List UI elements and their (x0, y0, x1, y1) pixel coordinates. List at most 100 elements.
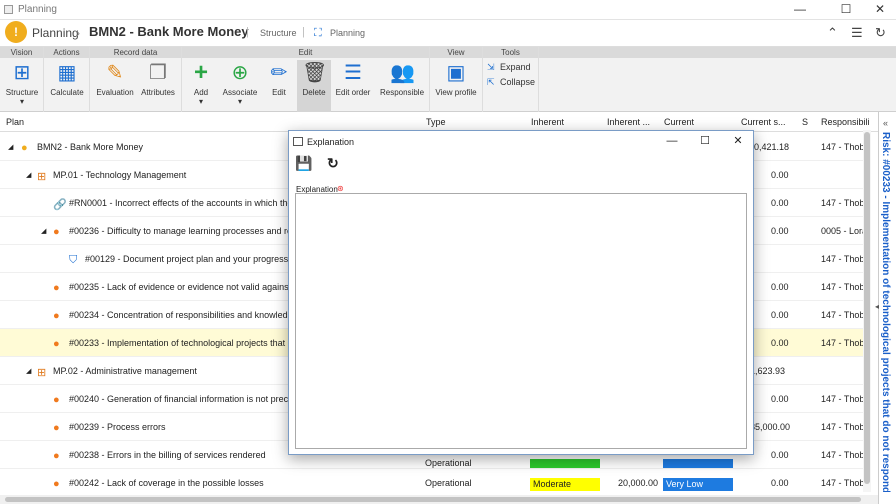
responsible-button[interactable]: 👥 Responsible (377, 60, 427, 112)
process-icon: ⊞ (37, 367, 47, 379)
row-label: #RN0001 - Incorrect effects of the accou… (69, 198, 306, 208)
associate-icon: ⊕ (231, 62, 249, 84)
planning-link[interactable]: Planning (330, 28, 365, 38)
row-label: #00236 - Difficulty to manage learning p… (69, 226, 304, 236)
row-resp: 147 - Thob (821, 198, 865, 208)
row-resp: 147 - Thob (821, 282, 865, 292)
row-label: #00235 - Lack of evidence or evidence no… (69, 282, 307, 292)
dialog-maximize-button[interactable]: ☐ (692, 133, 718, 149)
add-button[interactable]: + Add ▾ (186, 60, 216, 112)
save-icon[interactable]: 💾 (295, 155, 312, 172)
minimize-button[interactable]: — (784, 0, 816, 20)
refresh-icon[interactable]: ↻ (327, 155, 339, 172)
row-current-s: 0.00 (771, 450, 789, 460)
button-label: Evaluation (96, 88, 134, 97)
explanation-textarea[interactable] (295, 193, 747, 449)
ribbon-toolbar: Vision Actions Record data Edit View Too… (0, 46, 896, 113)
structure-icon: ⊞ (13, 62, 31, 84)
delete-button[interactable]: 🗑 Delete (297, 60, 331, 112)
risk-icon: ● (53, 394, 60, 406)
collapse-header-icon[interactable]: ⌃ (827, 25, 838, 41)
planning-link-icon: ⛶ (314, 27, 322, 39)
row-label: MP.01 - Technology Management (53, 170, 187, 180)
edit-order-button[interactable]: ☰ Edit order (334, 60, 372, 112)
risk-icon: ● (53, 310, 60, 322)
row-current-s: 0.00 (771, 170, 789, 180)
divider: | (302, 26, 305, 38)
col-current-s[interactable]: Current s... (741, 117, 786, 127)
col-plan[interactable]: Plan (6, 117, 24, 127)
page-header: ! Planning › BMN2 - Bank More Money | St… (0, 20, 896, 46)
row-label: #00238 - Errors in the billing of servic… (69, 450, 266, 460)
attributes-button[interactable]: ❐ Attributes (138, 60, 178, 112)
view-profile-button[interactable]: ▣ View profile (434, 60, 478, 112)
row-current-s: 0.00 (771, 198, 789, 208)
process-icon: ⊞ (37, 171, 47, 183)
col-type[interactable]: Type (426, 117, 446, 127)
structure-link[interactable]: Structure (260, 28, 297, 38)
row-type: Operational (425, 458, 472, 468)
row-label: MP.02 - Administrative management (53, 366, 197, 376)
refresh-icon[interactable]: ↻ (875, 25, 886, 41)
expand-caret-icon[interactable]: ◢ (41, 227, 46, 235)
row-type: Operational (425, 478, 472, 488)
edit-button[interactable]: ✏ Edit (264, 60, 294, 112)
row-current-s: 0.00 (771, 282, 789, 292)
collapse-panel-icon[interactable]: « (883, 118, 888, 128)
row-current-s: 85,000.00 (750, 422, 791, 432)
button-label: Structure (5, 88, 39, 97)
associate-button[interactable]: ⊕ Associate ▾ (220, 60, 260, 112)
risk-icon: ● (53, 282, 60, 294)
group-label: Record data (90, 47, 181, 58)
col-current[interactable]: Current (664, 117, 694, 127)
button-label: Add (193, 88, 209, 97)
profile-icon: ▣ (446, 62, 466, 84)
risk-icon: ● (53, 478, 60, 490)
button-label: Edit (272, 88, 286, 97)
list-icon[interactable]: ☰ (851, 25, 863, 41)
maximize-button[interactable]: ☐ (830, 0, 862, 20)
col-inherent[interactable]: Inherent (531, 117, 564, 127)
link-icon: 🔗 (53, 199, 67, 211)
breadcrumb-planning[interactable]: Planning (32, 26, 79, 40)
group-label: Actions (44, 47, 89, 58)
inherent-level-chip: Moderate (530, 478, 600, 491)
current-level-chip (663, 459, 733, 468)
grid-header: Plan Type Inherent Inherent ... Current … (0, 112, 878, 132)
table-row[interactable]: ● #00242 - Lack of coverage in the possi… (0, 469, 866, 496)
horizontal-scrollbar-thumb[interactable] (5, 497, 861, 502)
row-label: #00129 - Document project plan and your … (85, 254, 289, 264)
collapse-icon: ⇱ (487, 77, 495, 87)
dialog-close-button[interactable]: ✕ (725, 133, 751, 149)
calculate-button[interactable]: ▦ Calculate (48, 60, 86, 112)
button-label: Attributes (141, 88, 175, 97)
button-label: View profile (435, 88, 477, 97)
button-label: Responsible (379, 88, 425, 97)
calculator-icon: ▦ (57, 62, 77, 84)
collapse-button[interactable]: Collapse (500, 77, 535, 87)
expand-caret-icon[interactable]: ◢ (26, 367, 31, 375)
col-inherent-2[interactable]: Inherent ... (607, 117, 650, 127)
structure-button[interactable]: ⊞ Structure ▾ (4, 60, 40, 112)
row-resp: 147 - Thob (821, 338, 865, 348)
window-title: Planning (18, 4, 57, 15)
row-current-s: 0.00 (771, 394, 789, 404)
expand-button[interactable]: Expand (500, 62, 531, 72)
app-icon (4, 5, 13, 14)
evaluation-button[interactable]: ✎ Evaluation (94, 60, 136, 112)
row-current-s: 0.00 (771, 478, 789, 488)
panel-splitter-icon[interactable]: ◂ (875, 302, 879, 311)
risk-icon: ● (53, 226, 60, 238)
col-s[interactable]: S (802, 117, 808, 127)
row-resp: 147 - Thob (821, 478, 865, 488)
expand-caret-icon[interactable]: ◢ (26, 171, 31, 179)
expand-caret-icon[interactable]: ◢ (8, 143, 13, 151)
close-button[interactable]: ✕ (864, 0, 896, 20)
dialog-minimize-button[interactable]: — (659, 133, 685, 149)
row-label: #00239 - Process errors (69, 422, 166, 432)
col-responsibility[interactable]: Responsibili (821, 117, 870, 127)
vertical-scrollbar-thumb[interactable] (864, 132, 870, 484)
row-resp: 147 - Thob (821, 310, 865, 320)
trash-icon: 🗑 (302, 62, 328, 84)
button-label: Associate (222, 88, 258, 97)
